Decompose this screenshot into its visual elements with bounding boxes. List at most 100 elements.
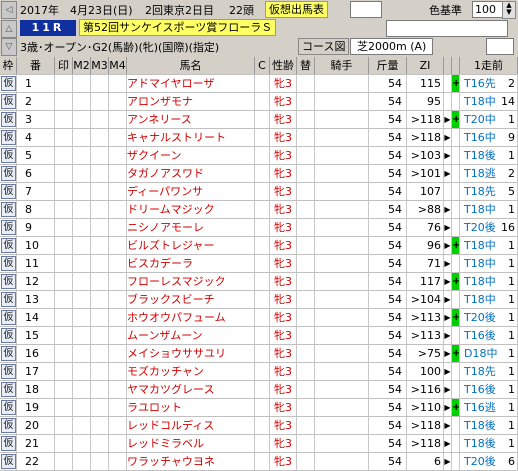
last-race-cell[interactable]: D18中 1: [460, 345, 518, 362]
mark2-cell[interactable]: [73, 111, 91, 128]
horse-name[interactable]: ワラッチャウヨネ: [127, 453, 255, 470]
mark3-cell[interactable]: [91, 309, 109, 326]
mark2-cell[interactable]: [73, 345, 91, 362]
mark4-cell[interactable]: [109, 237, 127, 254]
provisional-badge[interactable]: 仮: [1, 436, 16, 451]
mark3-cell[interactable]: [91, 111, 109, 128]
mark2-cell[interactable]: [73, 237, 91, 254]
provisional-badge[interactable]: 仮: [1, 346, 16, 361]
mark3-cell[interactable]: [91, 183, 109, 200]
mark4-cell[interactable]: [109, 417, 127, 434]
mark2-cell[interactable]: [73, 309, 91, 326]
mark4-cell[interactable]: [109, 273, 127, 290]
horse-name[interactable]: タガノアスワド: [127, 165, 255, 182]
table-row[interactable]: 仮 1 アドマイヤローザ 牝3 54 115 + T16先 2: [0, 75, 518, 93]
last-race-cell[interactable]: T16中 9: [460, 129, 518, 146]
last-race-cell[interactable]: T18中 1: [460, 237, 518, 254]
horse-name[interactable]: ニシノアモーレ: [127, 219, 255, 236]
last-race-cell[interactable]: T20後 1: [460, 309, 518, 326]
mark1-cell[interactable]: [55, 129, 73, 146]
col-mark4[interactable]: M4: [109, 57, 127, 74]
last-race-cell[interactable]: T16後 1: [460, 381, 518, 398]
last-race-cell[interactable]: T18後 1: [460, 147, 518, 164]
last-race-cell[interactable]: T20中 1: [460, 111, 518, 128]
table-row[interactable]: 仮 14 ホウオウパフューム 牝3 54 >113 ▶ + T20後 1: [0, 309, 518, 327]
mark3-cell[interactable]: [91, 381, 109, 398]
mark1-cell[interactable]: [55, 219, 73, 236]
mark3-cell[interactable]: [91, 345, 109, 362]
provisional-badge[interactable]: 仮: [1, 202, 16, 217]
mark3-cell[interactable]: [91, 453, 109, 470]
col-jockey[interactable]: 騎手: [315, 57, 369, 74]
base-input[interactable]: 100: [472, 1, 504, 18]
mark2-cell[interactable]: [73, 399, 91, 416]
mark1-cell[interactable]: [55, 381, 73, 398]
mark4-cell[interactable]: [109, 129, 127, 146]
mark2-cell[interactable]: [73, 219, 91, 236]
table-row[interactable]: 仮 8 ドリームマジック 牝3 54 >88 ▶ T18中 1: [0, 201, 518, 219]
last-race-cell[interactable]: T16先 2: [460, 75, 518, 92]
nav-down-button[interactable]: ▽: [1, 38, 17, 56]
horse-name[interactable]: ラユロット: [127, 399, 255, 416]
mark2-cell[interactable]: [73, 327, 91, 344]
mark1-cell[interactable]: [55, 453, 73, 470]
mark1-cell[interactable]: [55, 165, 73, 182]
last-race-cell[interactable]: T16後 1: [460, 327, 518, 344]
mark4-cell[interactable]: [109, 183, 127, 200]
table-row[interactable]: 仮 9 ニシノアモーレ 牝3 54 76 ▶ T20後 16: [0, 219, 518, 237]
table-row[interactable]: 仮 22 ワラッチャウヨネ 牝3 54 6 ▶ T20後 6: [0, 453, 518, 471]
horse-name[interactable]: キャナルストリート: [127, 129, 255, 146]
mark4-cell[interactable]: [109, 399, 127, 416]
table-row[interactable]: 仮 17 モズカッチャン 牝3 54 100 ▶ T18先 1: [0, 363, 518, 381]
base-spinner[interactable]: ▲ ▼: [502, 1, 516, 19]
last-race-cell[interactable]: T18後 1: [460, 435, 518, 452]
mark4-cell[interactable]: [109, 111, 127, 128]
course-extra-field[interactable]: [486, 38, 514, 55]
col-waku[interactable]: 枠: [0, 57, 17, 74]
mark3-cell[interactable]: [91, 237, 109, 254]
provisional-badge[interactable]: 仮: [1, 238, 16, 253]
provisional-badge[interactable]: 仮: [1, 364, 16, 379]
col-ban[interactable]: 番: [17, 57, 55, 74]
mark2-cell[interactable]: [73, 381, 91, 398]
mark1-cell[interactable]: [55, 345, 73, 362]
provisional-badge[interactable]: 仮: [1, 112, 16, 127]
mark4-cell[interactable]: [109, 219, 127, 236]
mark4-cell[interactable]: [109, 453, 127, 470]
horse-name[interactable]: アンネリース: [127, 111, 255, 128]
table-row[interactable]: 仮 7 ディーパワンサ 牝3 54 107 T18先 5: [0, 183, 518, 201]
horse-name[interactable]: メイショウササユリ: [127, 345, 255, 362]
blank-field[interactable]: [350, 1, 382, 18]
col-mark1[interactable]: 印: [55, 57, 73, 74]
horse-name[interactable]: レッドコルディス: [127, 417, 255, 434]
mark2-cell[interactable]: [73, 201, 91, 218]
mark3-cell[interactable]: [91, 129, 109, 146]
table-row[interactable]: 仮 5 ザクイーン 牝3 54 >103 ▶ T18後 1: [0, 147, 518, 165]
provisional-badge[interactable]: 仮: [1, 400, 16, 415]
table-row[interactable]: 仮 20 レッドコルディス 牝3 54 >118 ▶ T18後 1: [0, 417, 518, 435]
horse-name[interactable]: ディーパワンサ: [127, 183, 255, 200]
mark1-cell[interactable]: [55, 291, 73, 308]
table-row[interactable]: 仮 6 タガノアスワド 牝3 54 >101 ▶ T18逃 2: [0, 165, 518, 183]
mark4-cell[interactable]: [109, 327, 127, 344]
mark3-cell[interactable]: [91, 75, 109, 92]
horse-name[interactable]: ブラックスビーチ: [127, 291, 255, 308]
horse-name[interactable]: ドリームマジック: [127, 201, 255, 218]
mark1-cell[interactable]: [55, 201, 73, 218]
last-race-cell[interactable]: T18先 5: [460, 183, 518, 200]
mark4-cell[interactable]: [109, 345, 127, 362]
mark2-cell[interactable]: [73, 165, 91, 182]
mark4-cell[interactable]: [109, 291, 127, 308]
mark4-cell[interactable]: [109, 309, 127, 326]
mark1-cell[interactable]: [55, 399, 73, 416]
provisional-badge[interactable]: 仮: [1, 220, 16, 235]
mark3-cell[interactable]: [91, 165, 109, 182]
provisional-badge[interactable]: 仮: [1, 184, 16, 199]
provisional-badge[interactable]: 仮: [1, 274, 16, 289]
race-field[interactable]: [386, 20, 508, 37]
mark2-cell[interactable]: [73, 75, 91, 92]
mark1-cell[interactable]: [55, 237, 73, 254]
table-row[interactable]: 仮 15 ムーンザムーン 牝3 54 >113 ▶ T16後 1: [0, 327, 518, 345]
last-race-cell[interactable]: T16逃 1: [460, 399, 518, 416]
table-row[interactable]: 仮 10 ビルズトレジャー 牝3 54 96 ▶ + T18中 1: [0, 237, 518, 255]
